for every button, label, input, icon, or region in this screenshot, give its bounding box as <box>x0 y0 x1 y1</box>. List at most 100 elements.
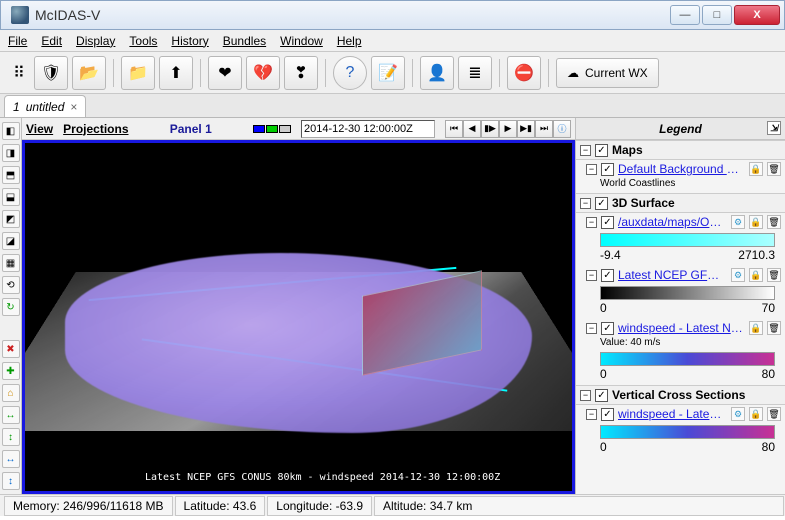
group-checkbox[interactable]: ✓ <box>595 144 608 157</box>
layer-link[interactable]: /auxdata/maps/OUT... <box>618 215 727 229</box>
layer-link[interactable]: windspeed - Latest NC... <box>618 321 745 335</box>
projections-menu[interactable]: Projections <box>63 122 128 136</box>
trash-icon[interactable]: 🗑 <box>767 321 781 335</box>
trash-icon[interactable]: 🗑 <box>767 268 781 282</box>
layer-checkbox[interactable]: ✓ <box>601 322 614 335</box>
range-max: 2710.3 <box>738 248 775 262</box>
collapse-icon[interactable]: − <box>586 270 597 281</box>
tab-untitled[interactable]: 1untitled × <box>4 95 86 117</box>
step-frame-button[interactable]: ▶▮ <box>517 120 535 138</box>
list-button[interactable]: ≣ <box>458 56 492 90</box>
trash-icon[interactable]: 🗑 <box>767 407 781 421</box>
lock-icon[interactable]: 🔒 <box>749 407 763 421</box>
home-button[interactable]: ⌂ <box>2 384 20 402</box>
next-frame-button[interactable]: ▶ <box>499 120 517 138</box>
menu-bundles[interactable]: Bundles <box>223 34 266 48</box>
view-menu[interactable]: View <box>26 122 53 136</box>
pan-left-right-button[interactable]: ↔ <box>2 406 20 424</box>
folder-button[interactable]: 📂 <box>72 56 106 90</box>
rotate-button[interactable]: ⟲ <box>2 276 20 294</box>
menu-help[interactable]: Help <box>337 34 362 48</box>
cube-bottom-button[interactable]: ⬓ <box>2 188 20 206</box>
layer-checkbox[interactable]: ✓ <box>601 408 614 421</box>
animation-info-button[interactable]: ⓘ <box>553 120 571 138</box>
collapse-icon[interactable]: − <box>586 217 597 228</box>
cube-front-button[interactable]: ◧ <box>2 122 20 140</box>
close-button[interactable]: X <box>734 5 780 25</box>
auto-rotate-button[interactable]: ↻ <box>2 298 20 316</box>
gear-icon[interactable]: ⚙ <box>731 215 745 229</box>
lock-icon[interactable]: 🔒 <box>749 268 763 282</box>
cube-top-button[interactable]: ⬒ <box>2 166 20 184</box>
remove-button[interactable]: ✖ <box>2 340 20 358</box>
layer-link[interactable]: Default Background Ma... <box>618 162 745 176</box>
favorite-manage-button[interactable]: ❣ <box>284 56 318 90</box>
colorbar[interactable] <box>600 286 775 300</box>
cube-back-button[interactable]: ◨ <box>2 144 20 162</box>
nav-left-right-button[interactable]: ↔ <box>2 450 20 468</box>
open-button[interactable]: 📁 <box>121 56 155 90</box>
collapse-icon[interactable]: − <box>580 390 591 401</box>
group-checkbox[interactable]: ✓ <box>595 197 608 210</box>
colorbar[interactable] <box>600 425 775 439</box>
play-pause-button[interactable]: ▮▶ <box>481 120 499 138</box>
unfavorite-button[interactable]: 💔 <box>246 56 280 90</box>
layer-checkbox[interactable]: ✓ <box>601 216 614 229</box>
undock-button[interactable]: ⇲ <box>767 121 781 135</box>
lock-icon[interactable]: 🔒 <box>749 215 763 229</box>
cube-south-button[interactable]: ◪ <box>2 232 20 250</box>
menu-file[interactable]: File <box>8 34 27 48</box>
group-header-3d-surface[interactable]: − ✓ 3D Surface <box>576 193 785 213</box>
colorbar[interactable] <box>600 352 775 366</box>
group-checkbox[interactable]: ✓ <box>595 389 608 402</box>
prev-frame-button[interactable]: ◀ <box>463 120 481 138</box>
app-icon <box>11 6 29 24</box>
wireframe-button[interactable]: ▦ <box>2 254 20 272</box>
trash-icon[interactable]: 🗑 <box>767 162 781 176</box>
last-frame-button[interactable]: ⏭ <box>535 120 553 138</box>
lock-icon[interactable]: 🔒 <box>749 321 763 335</box>
export-button[interactable]: ⬆ <box>159 56 193 90</box>
collapse-icon[interactable]: − <box>580 198 591 209</box>
status-longitude: Longitude: -63.9 <box>267 496 372 516</box>
note-button[interactable]: 📝 <box>371 56 405 90</box>
menu-tools[interactable]: Tools <box>129 34 157 48</box>
toolbar-separator <box>325 59 326 87</box>
layer-checkbox[interactable]: ✓ <box>601 269 614 282</box>
time-input[interactable] <box>301 120 435 138</box>
add-button[interactable]: ✚ <box>2 362 20 380</box>
collapse-icon[interactable]: − <box>586 323 597 334</box>
map-viewport[interactable]: Latest NCEP GFS CONUS 80km - windspeed 2… <box>22 140 575 494</box>
stop-button[interactable]: ⛔ <box>507 56 541 90</box>
first-frame-button[interactable]: ⏮ <box>445 120 463 138</box>
nav-up-down-button[interactable]: ↕ <box>2 472 20 490</box>
menu-edit[interactable]: Edit <box>41 34 62 48</box>
minimize-button[interactable]: — <box>670 5 700 25</box>
group-header-vertical-cross[interactable]: − ✓ Vertical Cross Sections <box>576 385 785 405</box>
help-button[interactable]: ? <box>333 56 367 90</box>
toolbar-separator <box>412 59 413 87</box>
tab-close-icon[interactable]: × <box>70 100 77 114</box>
trash-icon[interactable]: 🗑 <box>767 215 781 229</box>
current-wx-button[interactable]: ☁ Current WX <box>556 58 659 88</box>
menu-display[interactable]: Display <box>76 34 115 48</box>
user-button[interactable]: 👤 <box>420 56 454 90</box>
menu-history[interactable]: History <box>171 34 208 48</box>
menu-window[interactable]: Window <box>280 34 323 48</box>
shield-button[interactable]: 🛡 <box>34 56 68 90</box>
pan-up-down-button[interactable]: ↕ <box>2 428 20 446</box>
layer-link[interactable]: windspeed - Latest ... <box>618 407 727 421</box>
cube-north-button[interactable]: ◩ <box>2 210 20 228</box>
group-header-maps[interactable]: − ✓ Maps <box>576 140 785 160</box>
gear-icon[interactable]: ⚙ <box>731 268 745 282</box>
collapse-icon[interactable]: − <box>580 145 591 156</box>
gear-icon[interactable]: ⚙ <box>731 407 745 421</box>
maximize-button[interactable]: □ <box>702 5 732 25</box>
layer-link[interactable]: Latest NCEP GFS C... <box>618 268 727 282</box>
favorite-button[interactable]: ❤ <box>208 56 242 90</box>
collapse-icon[interactable]: − <box>586 409 597 420</box>
lock-icon[interactable]: 🔒 <box>749 162 763 176</box>
collapse-icon[interactable]: − <box>586 164 597 175</box>
colorbar[interactable] <box>600 233 775 247</box>
layer-checkbox[interactable]: ✓ <box>601 163 614 176</box>
